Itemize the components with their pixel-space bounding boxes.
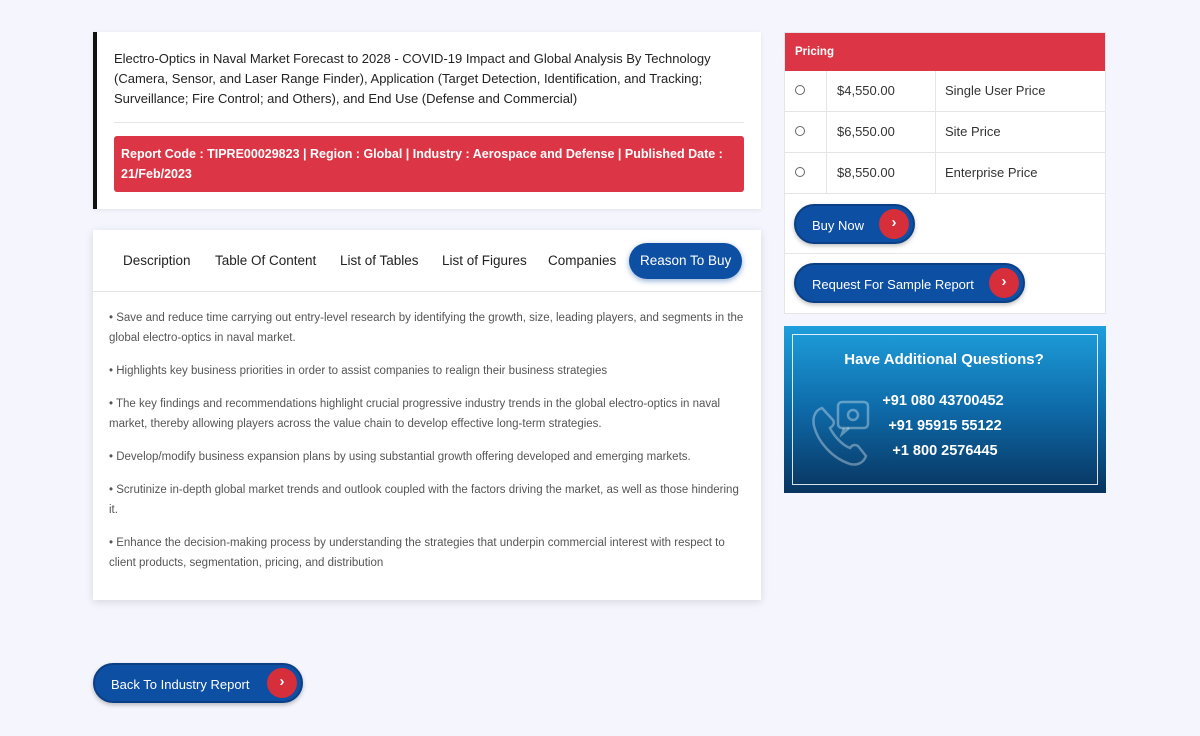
- price-label: Enterprise Price: [945, 165, 1038, 180]
- tab-list-of-tables[interactable]: List of Tables: [340, 243, 419, 279]
- chevron-right-icon: ›: [267, 668, 297, 698]
- tab-bar: Description Table Of Content List of Tab…: [93, 230, 761, 292]
- buy-now-button[interactable]: Buy Now ›: [794, 204, 915, 244]
- tab-companies[interactable]: Companies: [548, 243, 616, 279]
- phone-number[interactable]: +1 800 2576445: [855, 443, 1035, 459]
- tab-description[interactable]: Description: [123, 243, 191, 279]
- price-radio[interactable]: [795, 167, 805, 177]
- phone-number[interactable]: +91 080 43700452: [853, 393, 1033, 409]
- report-meta-banner: Report Code : TIPRE00029823 | Region : G…: [114, 136, 744, 192]
- price-option-single-user[interactable]: $4,550.00 Single User Price: [785, 71, 1105, 112]
- report-title: Electro-Optics in Naval Market Forecast …: [114, 51, 711, 106]
- reason-item: • Enhance the decision-making process by…: [109, 537, 725, 569]
- reason-item: • The key findings and recommendations h…: [109, 398, 721, 430]
- buy-now-label: Buy Now: [812, 218, 865, 233]
- chevron-right-icon: ›: [879, 209, 909, 239]
- reason-to-buy-content: • Save and reduce time carrying out entr…: [109, 308, 745, 586]
- pricing-header: Pricing: [785, 33, 1105, 71]
- reason-item: • Highlights key business priorities in …: [109, 365, 608, 377]
- price-value: $4,550.00: [826, 71, 936, 111]
- contact-box: Have Additional Questions? +91 080 43700…: [784, 326, 1106, 493]
- price-radio[interactable]: [795, 126, 805, 136]
- request-sample-button[interactable]: Request For Sample Report ›: [794, 263, 1025, 303]
- phone-support-icon: [812, 400, 870, 466]
- price-option-enterprise[interactable]: $8,550.00 Enterprise Price: [785, 153, 1105, 194]
- price-radio[interactable]: [795, 85, 805, 95]
- buy-row: Buy Now ›: [785, 194, 1105, 254]
- request-sample-label: Request For Sample Report: [812, 277, 974, 292]
- report-title-card: Electro-Optics in Naval Market Forecast …: [93, 32, 761, 209]
- tab-reason-to-buy[interactable]: Reason To Buy: [629, 243, 743, 279]
- contact-title: Have Additional Questions?: [844, 351, 1044, 368]
- tab-list-of-figures[interactable]: List of Figures: [442, 243, 527, 279]
- price-value: $8,550.00: [826, 153, 936, 193]
- pricing-panel: Pricing $4,550.00 Single User Price $6,5…: [784, 32, 1106, 314]
- price-label: Single User Price: [945, 83, 1046, 98]
- back-label: Back To Industry Report: [111, 677, 250, 692]
- chevron-right-icon: ›: [989, 268, 1019, 298]
- phone-number[interactable]: +91 95915 55122: [855, 418, 1035, 434]
- reason-item: • Save and reduce time carrying out entr…: [109, 312, 744, 344]
- reason-item: • Scrutinize in-depth global market tren…: [109, 484, 739, 516]
- sample-row: Request For Sample Report ›: [785, 254, 1105, 314]
- back-to-industry-report-button[interactable]: Back To Industry Report ›: [93, 663, 303, 703]
- price-value: $6,550.00: [826, 112, 936, 152]
- tab-table-of-content[interactable]: Table Of Content: [215, 243, 316, 279]
- price-label: Site Price: [945, 124, 1001, 139]
- price-option-site[interactable]: $6,550.00 Site Price: [785, 112, 1105, 153]
- report-tabs-panel: Description Table Of Content List of Tab…: [93, 230, 761, 600]
- reason-item: • Develop/modify business expansion plan…: [109, 451, 691, 463]
- divider: [114, 122, 744, 123]
